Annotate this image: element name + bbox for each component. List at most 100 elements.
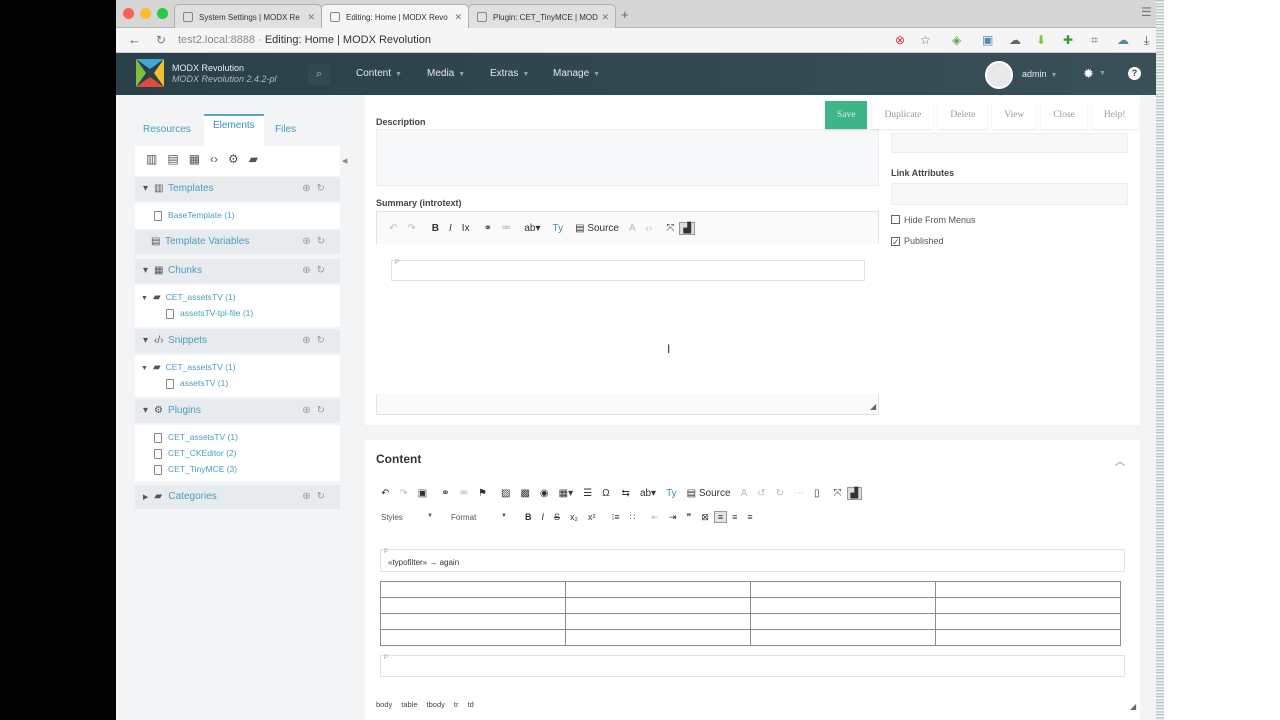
link-icon[interactable]: ⚭ <box>436 488 454 499</box>
summary-paragraph[interactable]: P <box>391 260 865 281</box>
tree-item[interactable]: CET_TinyMCE (3) <box>154 464 237 475</box>
superscript-icon[interactable]: x² <box>583 512 601 522</box>
clear-icon[interactable]: ⊠ <box>696 512 714 523</box>
italic-icon[interactable]: I <box>537 512 550 522</box>
menu-icon[interactable]: ☰ <box>1141 5 1152 19</box>
address-bar[interactable]: ← ↻ test2.local:8888 · Editing: Home | M… <box>116 28 1156 53</box>
delete-button[interactable]: Delete <box>938 101 988 129</box>
path-item[interactable]: tr <box>454 700 459 709</box>
tab-resources[interactable]: Resources <box>143 124 191 135</box>
new-plugin-icon[interactable]: ⚙ <box>228 152 239 166</box>
numbered-list-icon[interactable]: ⁝≡ <box>607 512 625 523</box>
redo-icon[interactable]: ↷ <box>394 488 412 499</box>
flag-icon[interactable]: ⚑ <box>473 488 492 499</box>
align-right-icon[interactable]: ≡ <box>742 512 757 522</box>
clear-format-icon[interactable]: Ix <box>457 223 475 234</box>
group-controls[interactable]: ⊕↻ <box>302 265 331 276</box>
nav-manage[interactable]: Manage ▼ <box>553 68 600 79</box>
group-controls[interactable]: ⊕↻ <box>302 236 331 247</box>
tree-item[interactable]: assetsTV-tpl-file (1) <box>166 308 253 319</box>
published-checkbox[interactable]: ✓ Published <box>891 236 944 247</box>
omega-icon[interactable]: Ω <box>597 488 614 499</box>
hide-from-menus-checkbox[interactable]: Hide From Menus <box>891 215 976 225</box>
scrollbar-track[interactable] <box>1156 0 1164 720</box>
tab-files[interactable]: Files <box>275 124 296 135</box>
shield-icon[interactable]: ◈ <box>952 33 961 47</box>
help-icon[interactable]: ? <box>1128 67 1141 80</box>
group-controls[interactable]: ⊕↻ <box>302 335 331 346</box>
table-cell[interactable] <box>750 629 936 646</box>
download-icon[interactable]: ⬇ <box>1036 33 1046 47</box>
table-cell[interactable] <box>750 581 936 598</box>
anchor-icon[interactable]: A <box>736 488 753 499</box>
browser-tab-3[interactable]: Plugin: CET_TinyMCE | MOD ✕ <box>468 4 616 28</box>
link-icon[interactable]: ⚭ <box>479 223 497 234</box>
italic-icon[interactable]: I <box>444 223 457 234</box>
code-icon[interactable]: ‹› <box>641 223 658 234</box>
group-snippets[interactable]: ▾ ‹/› Snippets ⊕↻ <box>135 329 340 353</box>
duplicate-button[interactable]: Duplicate <box>872 101 934 129</box>
menu-title-field[interactable] <box>891 133 1128 153</box>
nav-extras[interactable]: Extras ▼ <box>490 68 529 79</box>
tab-elements[interactable]: Elements <box>204 114 264 146</box>
content-table[interactable] <box>380 581 1121 646</box>
description-field[interactable] <box>376 129 879 186</box>
extension-icon[interactable]: ▣ <box>982 33 993 47</box>
browser-tab-2[interactable]: Editing: Home | MODX Revo ✕ <box>321 4 469 28</box>
group-controls[interactable]: ⊕↻ <box>302 491 331 502</box>
source-button[interactable]: ▤ Source <box>570 223 624 234</box>
source-button[interactable]: ▤ Source <box>682 488 736 499</box>
table-cell[interactable] <box>565 613 751 630</box>
new-tab-icon[interactable]: + <box>621 7 629 22</box>
table-cell[interactable] <box>750 597 936 614</box>
search-icon[interactable]: ⌕ <box>308 64 330 85</box>
tree-item[interactable]: CET_CKEditor (2) <box>154 448 237 459</box>
frame-icon[interactable]: ⌗ <box>1091 33 1098 48</box>
table-cell[interactable] <box>750 613 936 630</box>
group-categories[interactable]: ▶ ▰ Categories ⊕↻ <box>135 485 340 509</box>
typo-icon[interactable]: Ty <box>661 488 682 499</box>
more-icon[interactable]: ⋯ <box>789 488 809 499</box>
minimize-window-button[interactable] <box>140 8 151 19</box>
close-tab-icon[interactable]: ✕ <box>307 12 315 23</box>
content-paragraph-2[interactable]: P <box>380 655 1125 677</box>
content-paragraph[interactable]: P «typofilter» → again <box>380 549 1125 572</box>
spellcheck-icon[interactable]: ab▾ <box>519 223 545 234</box>
table-cell[interactable] <box>380 597 566 614</box>
code-sample-icon[interactable]: ⇆ <box>617 488 635 499</box>
reload-icon[interactable]: ↻ <box>156 33 166 47</box>
bold-icon[interactable]: B <box>427 223 444 234</box>
redo-icon[interactable]: ↷ <box>402 223 420 234</box>
new-category-icon[interactable]: ▰ <box>249 152 258 166</box>
paste-icon[interactable]: ▣ <box>413 488 432 499</box>
new-template-icon[interactable]: ▥ <box>146 152 157 166</box>
path-item[interactable]: table <box>401 700 417 709</box>
table-cell[interactable] <box>380 629 566 646</box>
path-item[interactable]: tbody <box>427 700 445 709</box>
image-icon[interactable]: ▨ <box>496 488 515 499</box>
resize-handle-icon[interactable]: ◢ <box>870 402 876 411</box>
table-cell[interactable] <box>935 629 1121 646</box>
emoticon-icon[interactable]: ◉ <box>535 488 554 499</box>
table-cell[interactable] <box>935 581 1121 598</box>
browser-tab-1[interactable]: System Settings | MODX Re ✕ <box>174 4 322 28</box>
tree-item[interactable]: BaseTemplate (1) <box>154 210 235 221</box>
bullet-list-icon[interactable]: ∷ <box>625 512 641 523</box>
group-chunks[interactable]: ▾ ▦ Chunks ⊕↻ <box>135 259 340 283</box>
table-icon[interactable]: ▦▾ <box>554 488 578 499</box>
typo-icon[interactable]: Ty <box>548 223 569 234</box>
blocked-icon[interactable]: ⊗ <box>895 33 905 47</box>
format-dropdown[interactable]: Format ▼ <box>446 513 512 522</box>
template-icon[interactable]: ▯ <box>809 488 825 499</box>
undo-alt-icon[interactable]: ↺ <box>752 488 770 499</box>
blockquote-icon[interactable]: ❞ <box>681 512 696 523</box>
fullscreen-icon[interactable]: ⤧ <box>829 488 847 499</box>
strikethrough-icon[interactable]: S <box>549 512 565 522</box>
path-item[interactable]: body <box>376 700 392 709</box>
nav-media[interactable]: Media ▼ <box>427 68 465 79</box>
user-menu[interactable]: admin ▼ <box>1022 69 1057 79</box>
link-attributes-field[interactable] <box>891 183 1128 205</box>
gear-icon[interactable]: ✹ <box>1083 66 1094 82</box>
tree-category[interactable]: ▼ ▰ CET_assetsTV (1) <box>141 292 236 303</box>
align-center-icon[interactable]: ≡ <box>727 512 742 522</box>
